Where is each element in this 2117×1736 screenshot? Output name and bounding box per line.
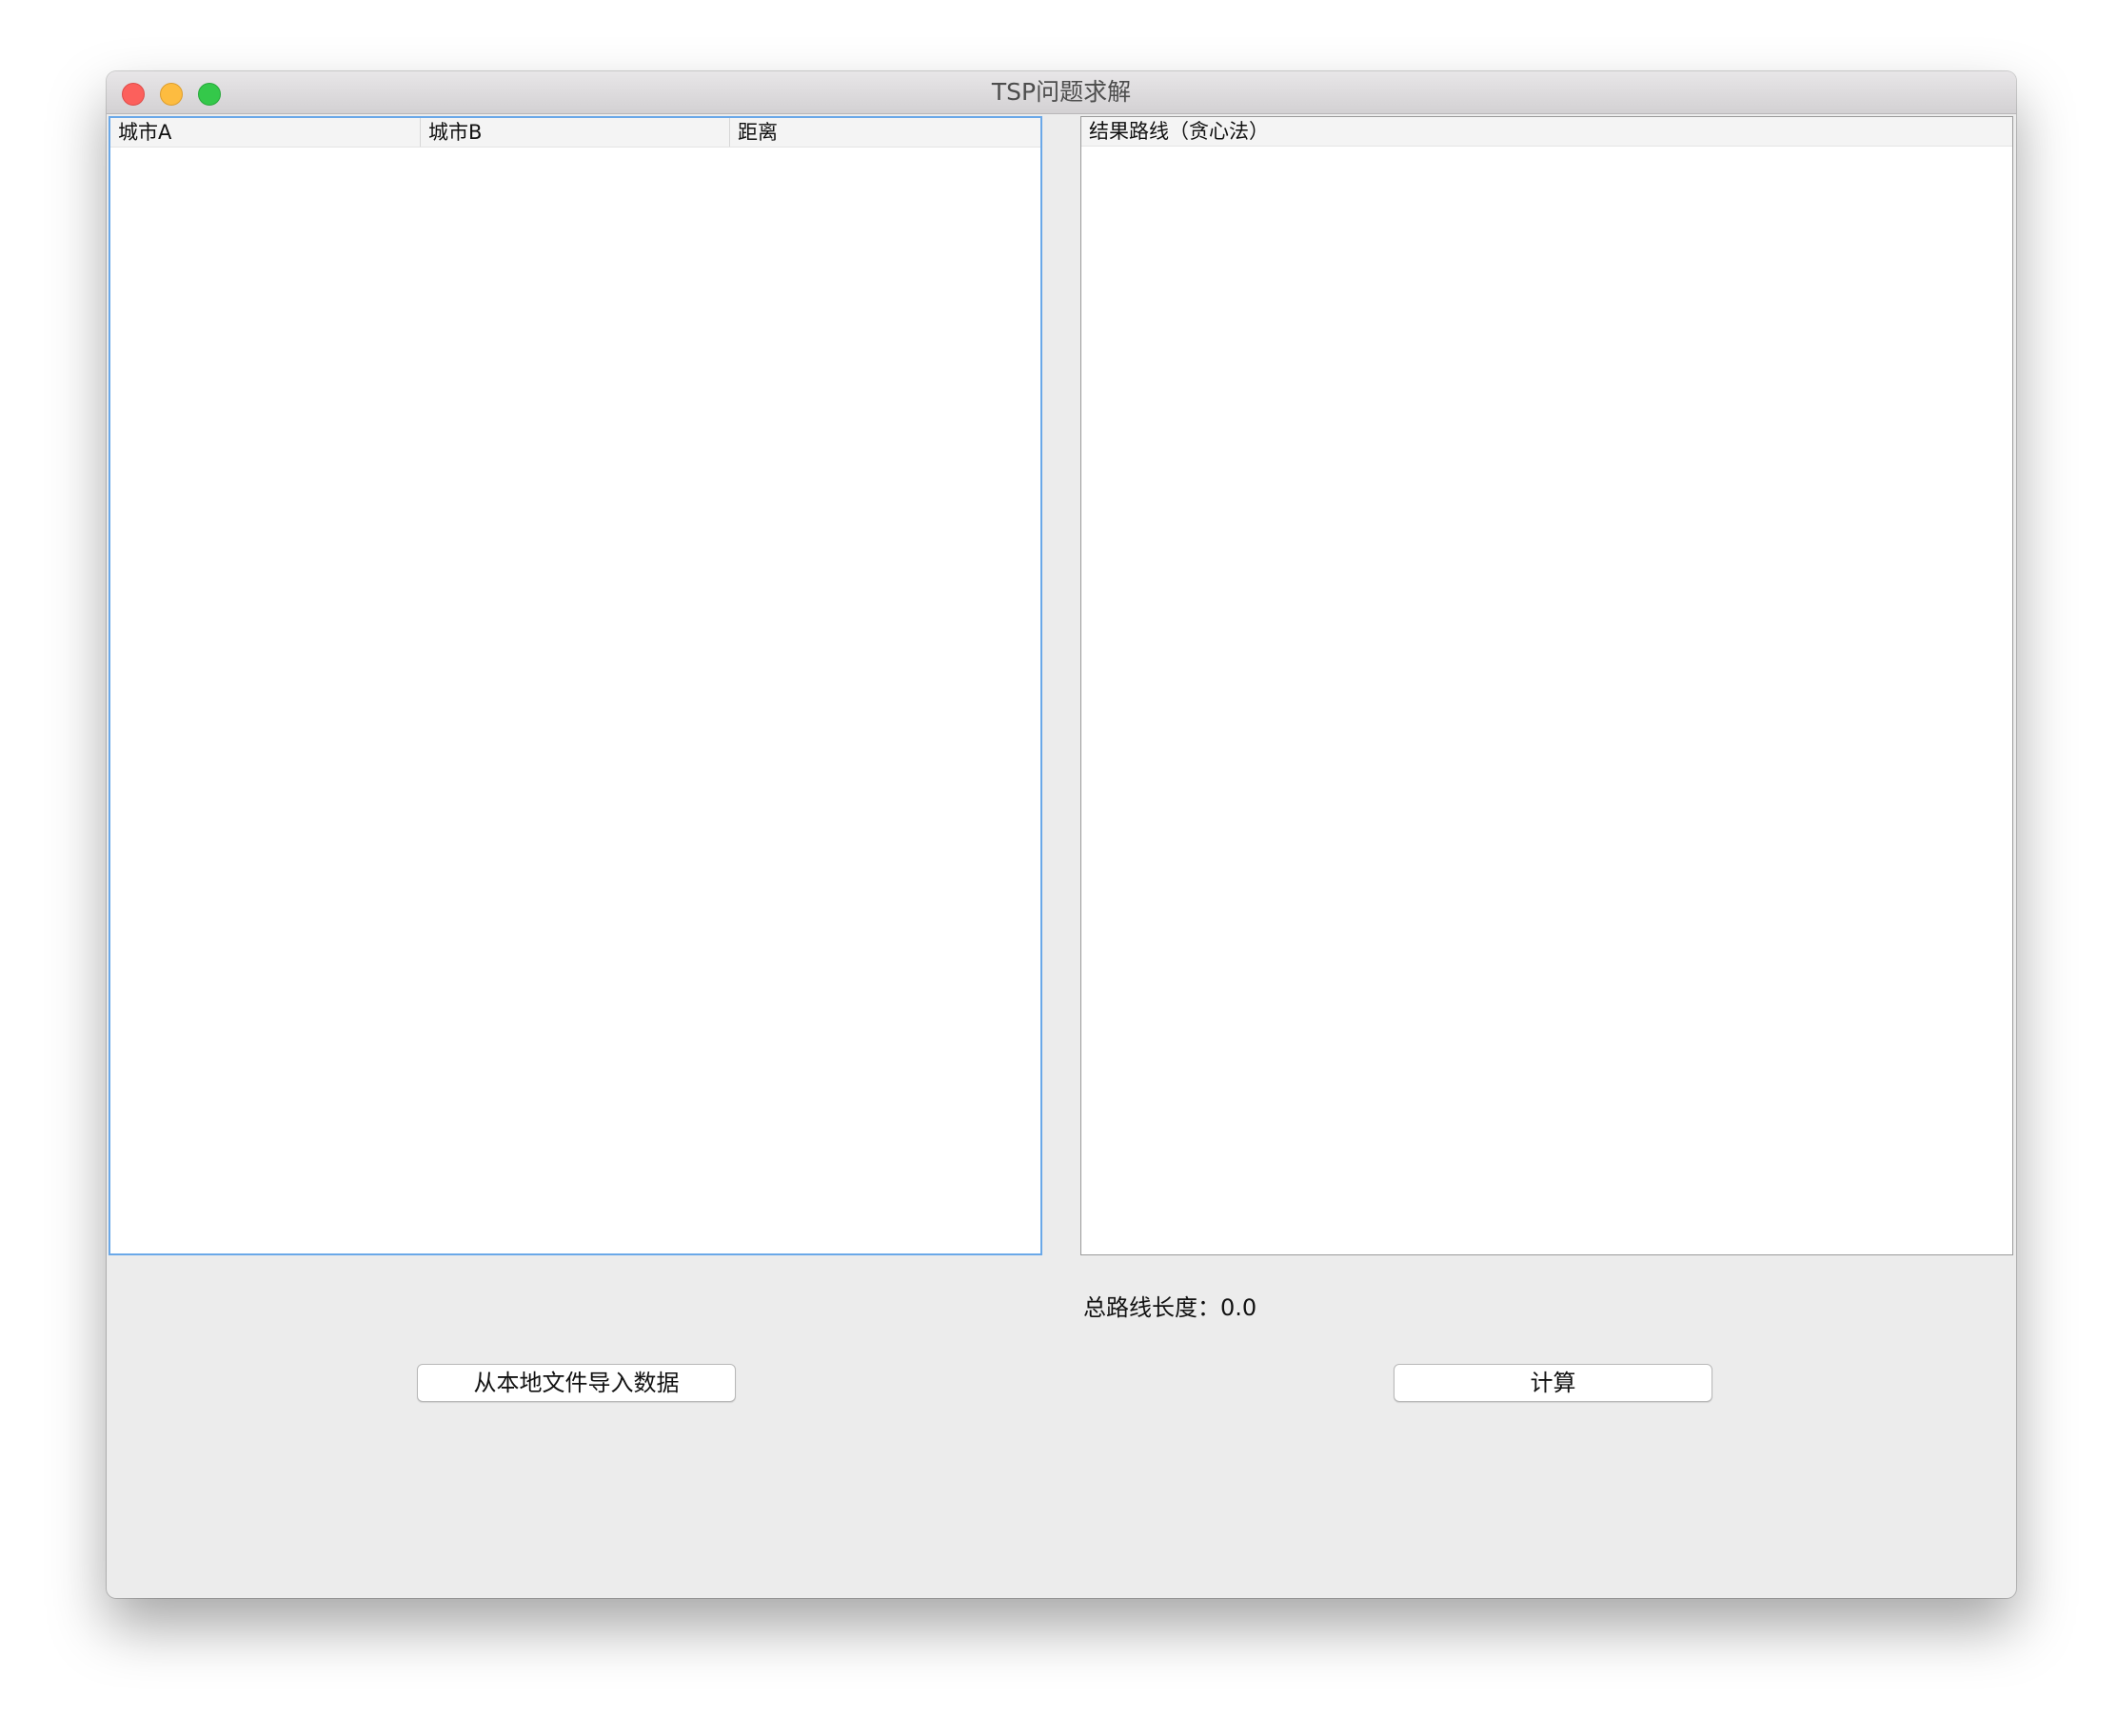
column-header-distance[interactable]: 距离 xyxy=(729,118,1039,147)
total-route-length-label: 总路线长度： xyxy=(1083,1294,1220,1321)
result-route-table-header: 结果路线（贪心法） xyxy=(1081,117,2012,147)
app-window: TSP问题求解 城市A 城市B 距离 结果路线（贪心法） 总路线长度：0.0 从… xyxy=(107,71,2016,1598)
column-header-city-b[interactable]: 城市B xyxy=(420,118,729,147)
column-header-city-a[interactable]: 城市A xyxy=(110,118,420,147)
import-data-button[interactable]: 从本地文件导入数据 xyxy=(417,1364,736,1402)
total-route-length: 总路线长度：0.0 xyxy=(1083,1292,1256,1324)
city-distance-table-header: 城市A 城市B 距离 xyxy=(110,118,1040,148)
close-icon[interactable] xyxy=(122,83,145,106)
title-bar[interactable]: TSP问题求解 xyxy=(107,71,2016,114)
minimize-icon[interactable] xyxy=(160,83,183,106)
result-route-table[interactable]: 结果路线（贪心法） xyxy=(1080,116,2013,1255)
calculate-button[interactable]: 计算 xyxy=(1394,1364,1712,1402)
window-title: TSP问题求解 xyxy=(991,78,1132,106)
column-header-result-route[interactable]: 结果路线（贪心法） xyxy=(1081,117,2009,146)
maximize-icon[interactable] xyxy=(198,83,221,106)
city-distance-table[interactable]: 城市A 城市B 距离 xyxy=(109,116,1042,1255)
total-route-length-value: 0.0 xyxy=(1220,1294,1257,1321)
